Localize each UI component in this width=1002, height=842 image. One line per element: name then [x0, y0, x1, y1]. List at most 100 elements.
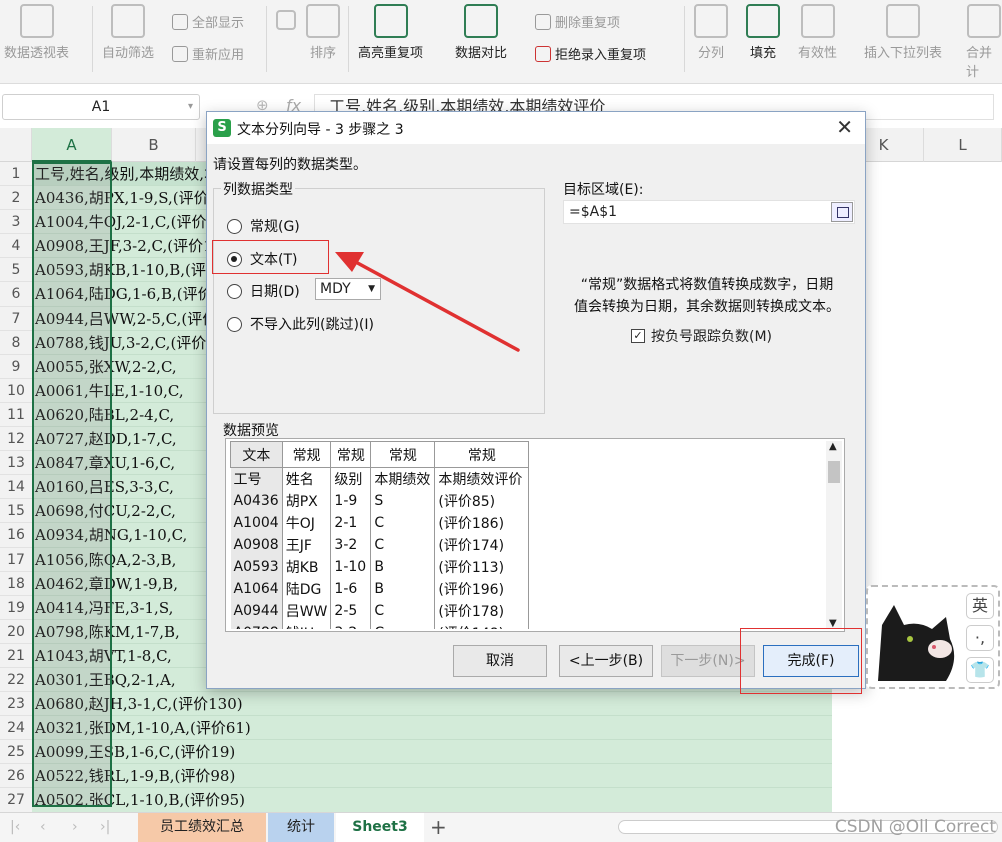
merge-calc-button[interactable]: 合并计: [966, 4, 1002, 80]
preview-cell: 级别: [330, 467, 372, 490]
target-range-input[interactable]: =$A$1: [563, 200, 855, 224]
tab-statistics[interactable]: 统计: [268, 813, 334, 842]
pivot-table-button[interactable]: 数据透视表: [4, 4, 69, 61]
preview-column-type[interactable]: 常规: [434, 441, 530, 468]
dialog-title: 文本分列向导 - 3 步骤之 3: [237, 122, 404, 138]
row-header[interactable]: 15: [0, 499, 32, 524]
row-header[interactable]: 17: [0, 547, 32, 572]
fill-button[interactable]: 填充: [746, 4, 780, 61]
select-all-corner[interactable]: [0, 128, 32, 162]
tab-sheet3[interactable]: Sheet3: [336, 813, 424, 842]
prev-sheet-icon[interactable]: ‹: [40, 819, 46, 835]
column-header-l[interactable]: L: [924, 128, 1002, 162]
preview-cell: A1004: [230, 511, 283, 534]
highlight-duplicates-button[interactable]: 高亮重复项: [358, 4, 423, 61]
sort-ascending-icon: [276, 10, 296, 30]
ime-skin-button[interactable]: 👕: [966, 657, 994, 683]
cancel-button[interactable]: 取消: [453, 645, 547, 677]
cell-a[interactable]: A0099,王SB,1-6,C,(评价19): [32, 740, 832, 765]
validity-button[interactable]: 有效性: [798, 4, 837, 61]
pivot-table-icon: [19, 4, 54, 38]
sort-button[interactable]: 排序: [306, 4, 340, 61]
column-header-b[interactable]: B: [112, 128, 196, 162]
radio-date[interactable]: 日期(D): [227, 281, 300, 301]
row-header[interactable]: 7: [0, 306, 32, 331]
cell-a[interactable]: A0321,张DM,1-10,A,(评价61): [32, 716, 832, 741]
preview-scrollbar[interactable]: ▲ ▼: [826, 441, 842, 629]
row-header[interactable]: 10: [0, 378, 32, 403]
row-header[interactable]: 9: [0, 354, 32, 379]
row-header[interactable]: 23: [0, 692, 32, 717]
scroll-thumb[interactable]: [828, 461, 840, 483]
radio-general[interactable]: 常规(G): [227, 216, 300, 236]
first-sheet-icon[interactable]: |‹: [10, 819, 20, 835]
row-header[interactable]: 20: [0, 619, 32, 644]
autofilter-button[interactable]: 自动筛选: [102, 4, 154, 61]
row-header[interactable]: 13: [0, 451, 32, 476]
scroll-down-icon[interactable]: ▼: [829, 618, 837, 629]
row-header[interactable]: 22: [0, 667, 32, 693]
ime-lang-button[interactable]: 英: [966, 593, 994, 619]
row-header[interactable]: 1: [0, 162, 32, 187]
row-header[interactable]: 12: [0, 427, 32, 452]
preview-column-type[interactable]: 常规: [281, 441, 332, 468]
date-format-select[interactable]: MDY ▼: [315, 278, 381, 300]
row-header[interactable]: 26: [0, 764, 32, 789]
scroll-up-icon[interactable]: ▲: [829, 441, 837, 452]
row-header[interactable]: 2: [0, 186, 32, 211]
tab-employee-summary[interactable]: 员工绩效汇总: [138, 813, 266, 842]
ribbon-divider: [92, 6, 93, 72]
row-header[interactable]: 16: [0, 523, 32, 548]
ime-punct-button[interactable]: ·,: [966, 625, 994, 651]
row-header[interactable]: 8: [0, 330, 32, 355]
reject-duplicates-button[interactable]: 拒绝录入重复项: [535, 44, 646, 63]
cell-a[interactable]: A0680,赵JH,3-1,C,(评价130): [32, 692, 832, 717]
row-header[interactable]: 24: [0, 716, 32, 741]
row-header[interactable]: 14: [0, 475, 32, 500]
column-header-a[interactable]: A: [32, 128, 112, 162]
range-picker-icon[interactable]: [831, 202, 853, 222]
preview-cell: (评价174): [434, 533, 530, 556]
cell-a[interactable]: A0522,钱RL,1-9,B,(评价98): [32, 764, 832, 789]
radio-skip[interactable]: 不导入此列(跳过)(I): [227, 314, 374, 334]
data-compare-button[interactable]: 数据对比: [455, 4, 507, 61]
close-icon[interactable]: ✕: [836, 115, 853, 139]
radio-text[interactable]: 文本(T): [227, 249, 297, 269]
back-button[interactable]: <上一步(B): [559, 645, 653, 677]
show-all-button[interactable]: 全部显示: [172, 12, 244, 31]
row-header[interactable]: 3: [0, 210, 32, 235]
add-sheet-button[interactable]: +: [430, 815, 447, 839]
next-button[interactable]: 下一步(N)>: [661, 645, 755, 677]
row-header[interactable]: 11: [0, 402, 32, 428]
radio-circle: [227, 283, 242, 299]
preview-cell: 本期绩效: [370, 467, 436, 490]
next-sheet-icon[interactable]: ›: [72, 819, 78, 835]
ime-widget: 英 ·, 👕: [866, 585, 1000, 689]
preview-column-type[interactable]: 文本: [230, 441, 283, 468]
row-header[interactable]: 19: [0, 595, 32, 620]
finish-button[interactable]: 完成(F): [763, 645, 859, 677]
data-preview[interactable]: 文本 常规 常规 常规 常规 工号 姓名 级别 本期绩效 本期绩效评价 A0436 胡PX 1-9 S (评…: [225, 438, 845, 632]
chevron-down-icon[interactable]: ▾: [188, 95, 193, 119]
name-box[interactable]: A1 ▾: [2, 94, 200, 120]
row-header[interactable]: 18: [0, 571, 32, 596]
preview-column-type[interactable]: 常规: [370, 441, 436, 468]
row-header[interactable]: 27: [0, 788, 32, 812]
split-column-button[interactable]: 分列: [694, 4, 728, 61]
row-header[interactable]: 4: [0, 234, 32, 259]
preview-cell: A0593: [230, 555, 283, 578]
preview-column-type[interactable]: 常规: [330, 441, 372, 468]
row-header[interactable]: 5: [0, 258, 32, 283]
cell-a[interactable]: A0502,张CL,1-10,B,(评价95): [32, 788, 832, 812]
row-header[interactable]: 25: [0, 740, 32, 765]
highlight-duplicates-icon: [373, 4, 408, 38]
negative-sign-checkbox[interactable]: ✓ 按负号跟踪负数(M): [631, 326, 772, 346]
remove-duplicates-button[interactable]: 删除重复项: [535, 12, 620, 31]
sort-asc-button[interactable]: [276, 10, 296, 34]
insert-dropdown-button[interactable]: 插入下拉列表: [864, 4, 942, 61]
row-header[interactable]: 6: [0, 282, 32, 307]
row-header[interactable]: 21: [0, 643, 32, 668]
preview-cell: (评价148): [434, 621, 530, 629]
last-sheet-icon[interactable]: ›|: [100, 819, 110, 835]
reapply-button[interactable]: 重新应用: [172, 44, 244, 63]
